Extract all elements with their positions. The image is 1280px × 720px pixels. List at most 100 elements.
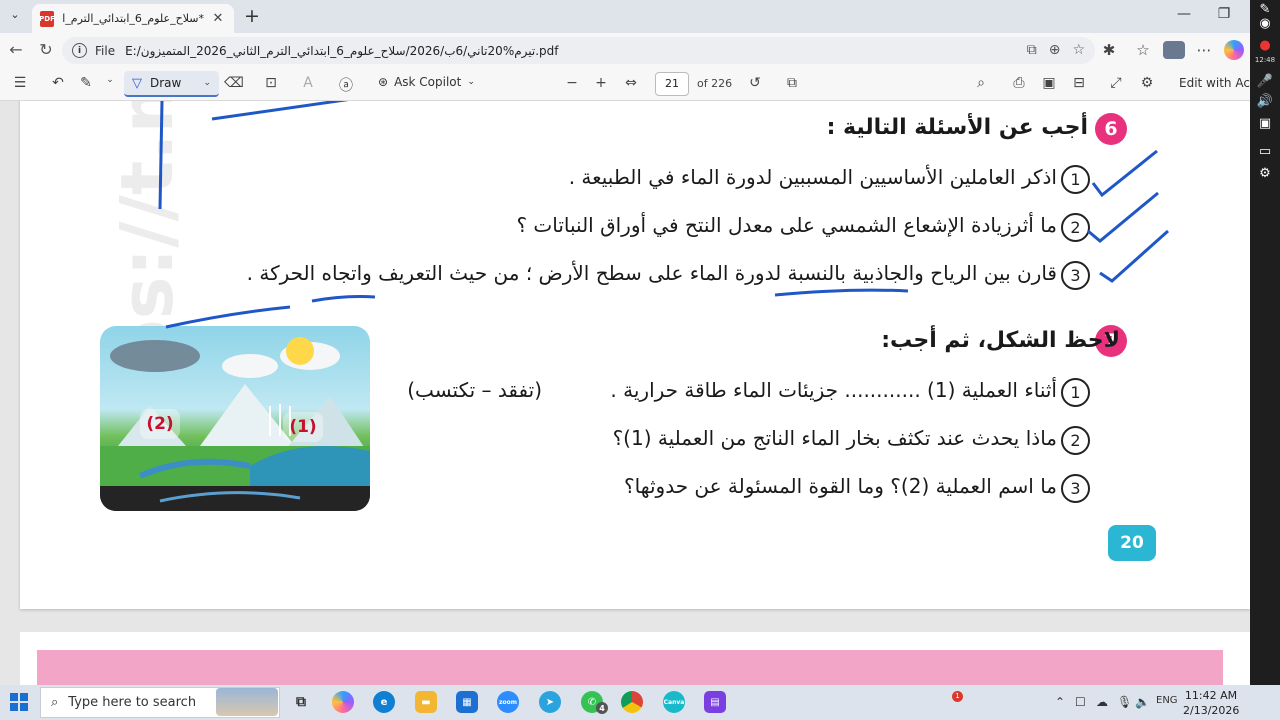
fullscreen-icon[interactable]: ⤢ — [1106, 75, 1126, 93]
favorite-star-icon[interactable]: ☆ — [1072, 42, 1085, 58]
network-icon[interactable]: ☐ — [1075, 695, 1086, 709]
close-tab-icon[interactable]: ✕ — [210, 11, 226, 26]
highlight-icon[interactable]: ✎ — [76, 75, 96, 93]
save-icon[interactable]: ▣ — [1039, 75, 1059, 93]
page-total: of 226 — [697, 77, 733, 90]
text-format-icon[interactable]: A — [298, 75, 318, 93]
fit-width-icon[interactable]: ⇔ — [621, 75, 641, 93]
telegram-icon[interactable]: ➤ — [539, 691, 561, 713]
info-icon[interactable]: i — [72, 43, 87, 58]
pdf-icon: PDF — [39, 10, 55, 27]
search-placeholder: Type here to search — [68, 695, 197, 710]
text-box-icon[interactable]: ⊡ — [261, 75, 281, 93]
ink-top-stroke — [211, 101, 349, 121]
address-actions: ⧉ ⊕ ☆ — [1027, 42, 1085, 58]
language-indicator[interactable]: ENG — [1156, 695, 1178, 706]
underline-definition — [311, 295, 376, 303]
active-tab[interactable]: PDF *سلاح_علوم_6_ابتدائي_الترم_الثاني_6.… — [32, 4, 234, 33]
file-explorer-icon[interactable]: ▬ — [415, 691, 437, 713]
minimize-window-button[interactable]: — — [1172, 6, 1196, 26]
window-icon[interactable]: ▭ — [1255, 142, 1275, 162]
ink-vertical-stroke — [158, 101, 164, 210]
contents-list-icon[interactable]: ☰ — [10, 75, 30, 93]
taskbar: ⌕ Type here to search ⧉ e ▬ ▦ zoom ➤ ✆ 4… — [0, 685, 1280, 720]
checkmark-2 — [1087, 191, 1159, 243]
checkmark-3 — [1099, 229, 1169, 283]
taskbar-clock[interactable]: 11:42 AM 2/13/2026 — [1183, 688, 1239, 718]
draw-label: Draw — [150, 76, 182, 90]
highlight-chevron-icon[interactable]: ⌄ — [100, 75, 120, 93]
microphone-tray-icon[interactable]: 🎙 — [1117, 695, 1132, 709]
zoom-in-icon[interactable]: + — [591, 75, 611, 93]
translate-icon[interactable]: ⧉ — [1027, 42, 1037, 58]
tab-list-chevron-icon[interactable]: ⌄ — [6, 8, 24, 26]
webcam-icon[interactable]: ▣ — [1255, 114, 1275, 134]
url-text: E:/تيرم%20تاني/6ب/2026/سلاح_علوم_6_ابتدا… — [125, 43, 559, 58]
page-number-input[interactable]: 21 — [655, 72, 689, 96]
ask-copilot-chevron-icon[interactable]: ⌄ — [467, 77, 475, 87]
profile-avatar[interactable] — [1163, 41, 1185, 59]
search-icon[interactable]: ⌕ — [971, 75, 991, 93]
clock-time: 11:42 AM — [1184, 689, 1238, 702]
ink-annotations — [158, 101, 1169, 329]
recording-side-panel: ✎ ◉ ● 12:48 🎤 🔊 ▣ ▭ ⚙ — [1250, 0, 1280, 685]
microsoft-store-icon[interactable]: ▦ — [456, 691, 478, 713]
edit-with-acrobat-button[interactable]: Edit with Acro — [1179, 76, 1250, 90]
read-aloud-icon[interactable]: ⓐ — [336, 75, 356, 94]
search-magnifier-icon: ⌕ — [51, 695, 59, 710]
next-pdf-page — [20, 632, 1250, 685]
clipchamp-icon[interactable]: ▤ — [704, 691, 726, 713]
draw-chevron-icon[interactable]: ⌄ — [203, 78, 211, 88]
camera-icon[interactable]: ◉ — [1255, 14, 1275, 34]
save-as-icon[interactable]: ⊟ — [1069, 75, 1089, 93]
tab-strip: ⌄ PDF *سلاح_علوم_6_ابتدائي_الترم_الثاني_… — [0, 0, 1250, 33]
tray-overflow-chevron-icon[interactable]: ⌃ — [1055, 695, 1065, 709]
canva-icon[interactable]: Canva — [663, 691, 685, 713]
undo-icon[interactable]: ↶ — [48, 75, 68, 93]
document-viewport[interactable]: https://t.me 6 أجب عن الأسئلة التالية : … — [0, 101, 1270, 685]
copilot-app-icon[interactable] — [332, 691, 354, 713]
more-menu-icon[interactable]: ⋯ — [1193, 41, 1215, 59]
chrome-icon[interactable] — [621, 691, 643, 713]
pen-icon: ▽ — [132, 75, 142, 91]
rotate-icon[interactable]: ↺ — [745, 75, 765, 93]
address-field[interactable]: i File E:/تيرم%20تاني/6ب/2026/سلاح_علوم_… — [62, 37, 1095, 64]
ask-copilot-button[interactable]: ⊛ Ask Copilot ⌄ — [378, 75, 475, 89]
whatsapp-unread-badge: 4 — [596, 702, 608, 714]
notification-badge: 1 — [952, 691, 963, 702]
task-view-icon[interactable]: ⧉ — [290, 691, 312, 713]
zoom-out-icon[interactable]: − — [562, 75, 582, 93]
zoom-icon[interactable]: ⊕ — [1049, 42, 1061, 58]
clock-date: 2/13/2026 — [1183, 704, 1240, 717]
volume-icon[interactable]: 🔈 — [1135, 695, 1150, 709]
print-icon[interactable]: ⎙ — [1009, 75, 1029, 93]
microphone-icon[interactable]: 🎤 — [1255, 72, 1275, 92]
draw-button[interactable]: ▽ Draw ⌄ — [124, 71, 219, 97]
settings-icon[interactable]: ⚙ — [1255, 164, 1275, 184]
start-windows-icon[interactable] — [10, 693, 30, 713]
recording-time: 12:48 — [1254, 56, 1276, 64]
extensions-icon[interactable]: ✱ — [1098, 41, 1120, 59]
new-tab-button[interactable]: + — [242, 6, 262, 26]
settings-gear-icon[interactable]: ⚙ — [1137, 75, 1157, 93]
copilot-small-icon: ⊛ — [378, 75, 389, 89]
back-arrow-icon[interactable]: ← — [6, 40, 26, 60]
speaker-icon[interactable]: 🔊 — [1255, 92, 1275, 112]
page-view-icon[interactable]: ⧉ — [782, 75, 802, 93]
underline-direction — [165, 305, 291, 329]
record-icon[interactable]: ● — [1255, 36, 1275, 56]
favorites-icon[interactable]: ☆ — [1132, 41, 1154, 59]
search-highlight-image[interactable] — [216, 688, 278, 716]
reload-icon[interactable]: ↻ — [36, 40, 56, 60]
zoom-app-icon[interactable]: zoom — [497, 691, 519, 713]
edge-browser-icon[interactable]: e — [373, 691, 395, 713]
tab-title: *سلاح_علوم_6_ابتدائي_الترم_الثاني_6... — [62, 12, 204, 25]
checkmark-1 — [1091, 149, 1158, 198]
ask-copilot-label: Ask Copilot — [394, 75, 462, 89]
onedrive-cloud-icon[interactable]: ☁ — [1096, 695, 1108, 709]
pink-header-band — [37, 650, 1223, 685]
maximize-window-button[interactable]: ❐ — [1212, 6, 1236, 26]
copilot-icon[interactable] — [1224, 40, 1244, 60]
address-bar-row: ← ↻ i File E:/تيرم%20تاني/6ب/2026/سلاح_ع… — [0, 33, 1250, 67]
eraser-icon[interactable]: ⌫ — [224, 75, 244, 93]
